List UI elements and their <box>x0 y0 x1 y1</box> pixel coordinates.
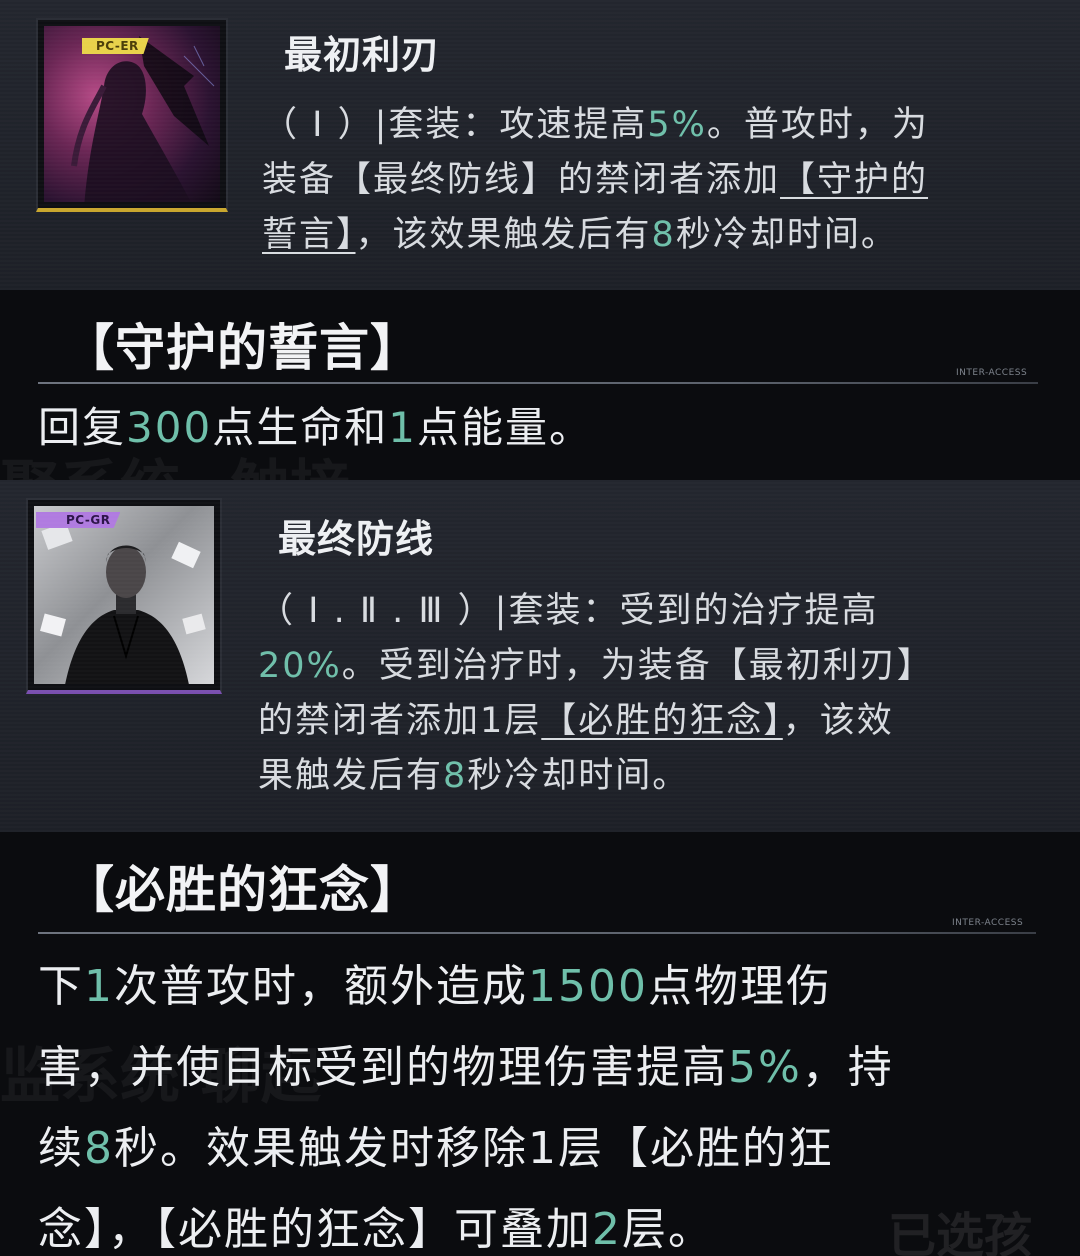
text-line: 果触发后有8秒冷却时间。 <box>258 749 1073 804</box>
section-title: 【守护的誓言】 <box>64 318 421 377</box>
text-line: 誓言】，该效果触发后有8秒冷却时间。 <box>262 208 1072 263</box>
section-divider <box>38 382 1038 384</box>
effect-section-victory-obsession: 监系统 聊起 已选孩 【必胜的狂念】 INTER-ACCESS 下1次普攻时，额… <box>0 832 1080 1256</box>
section-title: 【必胜的狂念】 <box>64 860 421 919</box>
highlight-value: 5% <box>647 105 707 145</box>
text-line: 续8秒。效果触发时移除1层【必胜的狂 <box>38 1108 1068 1189</box>
highlight-value: 5% <box>728 1042 802 1093</box>
text-segment: 层。 <box>622 1204 714 1255</box>
highlight-value: 8 <box>651 215 676 255</box>
text-segment: 的禁闭者添加1层 <box>258 701 542 741</box>
highlight-value: 2 <box>592 1204 622 1255</box>
text-segment: 果触发后有 <box>258 756 444 796</box>
highlight-value: 1500 <box>528 961 648 1012</box>
inter-access-label: INTER-ACCESS <box>956 368 1028 378</box>
text-line: 下1次普攻时，额外造成1500点物理伤 <box>38 946 1068 1027</box>
linked-effect-name[interactable]: 【守护的 <box>780 160 928 200</box>
text-segment: 次普攻时，额外造成 <box>114 961 528 1012</box>
item-title: 最初利刃 <box>284 32 441 77</box>
text-segment: ，持 <box>801 1042 894 1093</box>
item-description: （ Ⅰ ）|套装：攻速提高5%。普攻时，为 装备【最终防线】的禁闭者添加【守护的誓… <box>262 98 1072 263</box>
text-line: 20%。受到治疗时，为装备【最初利刃】 <box>258 639 1073 694</box>
item-tag-label: PC-GR <box>36 512 121 528</box>
text-segment: 续 <box>38 1123 84 1174</box>
text-line: 装备【最终防线】的禁闭者添加【守护的 <box>262 153 1072 208</box>
text-segment: （ Ⅰ ）|套装：攻速提高 <box>262 105 648 145</box>
item-title: 最终防线 <box>278 516 435 561</box>
text-line: 害，并使目标受到的物理伤害提高5%，持 <box>38 1027 1068 1108</box>
text-segment: 下 <box>38 961 84 1012</box>
item-card-first-blade: PC-ER 最初利刃 （ Ⅰ ）|套装：攻速提高5%。普攻时，为 装备【最终防线】… <box>0 0 1080 290</box>
text-segment: 点物理伤 <box>647 961 832 1012</box>
text-segment: 秒。效果触发时移除1层【必胜的狂 <box>114 1123 834 1174</box>
text-segment: ，该效 <box>782 701 894 741</box>
text-segment: 点生命和 <box>212 403 389 452</box>
text-segment: 念】，【必胜的狂念】可叠加 <box>38 1204 592 1255</box>
text-segment: 秒冷却时间。 <box>675 215 898 255</box>
item-card-final-defense: PC-GR 最终防线 （ Ⅰ . Ⅱ . Ⅲ ）|套装：受到的治疗提高 20%。受… <box>0 480 1080 832</box>
highlight-value: 20% <box>258 646 342 686</box>
text-segment: 点能量。 <box>416 403 593 452</box>
section-body: 回复300点生命和1点能量。 <box>38 398 1068 458</box>
inter-access-label: INTER-ACCESS <box>952 918 1024 928</box>
highlight-value: 8 <box>443 756 468 796</box>
section-body: 下1次普攻时，额外造成1500点物理伤 害，并使目标受到的物理伤害提高5%，持 续8… <box>38 946 1068 1256</box>
text-line: （ Ⅰ ）|套装：攻速提高5%。普攻时，为 <box>262 98 1072 153</box>
item-thumbnail[interactable]: PC-GR <box>26 498 222 694</box>
text-line: 回复300点生命和1点能量。 <box>38 398 1068 458</box>
text-segment: （ Ⅰ . Ⅱ . Ⅲ ）|套装：受到的治疗提高 <box>258 591 879 631</box>
text-segment: 。受到治疗时，为装备【最初利刃】 <box>341 646 934 686</box>
text-line: 的禁闭者添加1层【必胜的狂念】，该效 <box>258 694 1073 749</box>
text-line: 念】，【必胜的狂念】可叠加2层。 <box>38 1189 1068 1256</box>
linked-effect-name[interactable]: 【必胜的狂念】 <box>541 701 783 741</box>
highlight-value: 1 <box>388 403 417 452</box>
text-segment: 。普攻时，为 <box>706 105 929 145</box>
item-thumbnail[interactable]: PC-ER <box>36 18 228 212</box>
text-segment: ，该效果触发后有 <box>355 215 652 255</box>
portrait-figure-icon <box>40 522 206 684</box>
text-line: （ Ⅰ . Ⅱ . Ⅲ ）|套装：受到的治疗提高 <box>258 584 1073 639</box>
highlight-value: 300 <box>126 403 213 452</box>
text-segment: 害，并使目标受到的物理伤害提高 <box>38 1042 728 1093</box>
text-segment: 装备【最终防线】的禁闭者添加 <box>262 160 781 200</box>
linked-effect-name[interactable]: 誓言】 <box>262 215 356 255</box>
character-portrait-art <box>34 506 214 684</box>
section-divider <box>38 932 1036 934</box>
effect-section-guardian-oath: 聚系统=触接 【守护的誓言】 INTER-ACCESS 回复300点生命和1点能… <box>0 290 1080 480</box>
highlight-value: 1 <box>84 961 114 1012</box>
text-segment: 秒冷却时间。 <box>467 756 690 796</box>
highlight-value: 8 <box>84 1123 114 1174</box>
item-tag-label: PC-ER <box>82 38 149 54</box>
text-segment: 回复 <box>38 403 127 452</box>
item-description: （ Ⅰ . Ⅱ . Ⅲ ）|套装：受到的治疗提高 20%。受到治疗时，为装备【最初… <box>258 584 1073 804</box>
